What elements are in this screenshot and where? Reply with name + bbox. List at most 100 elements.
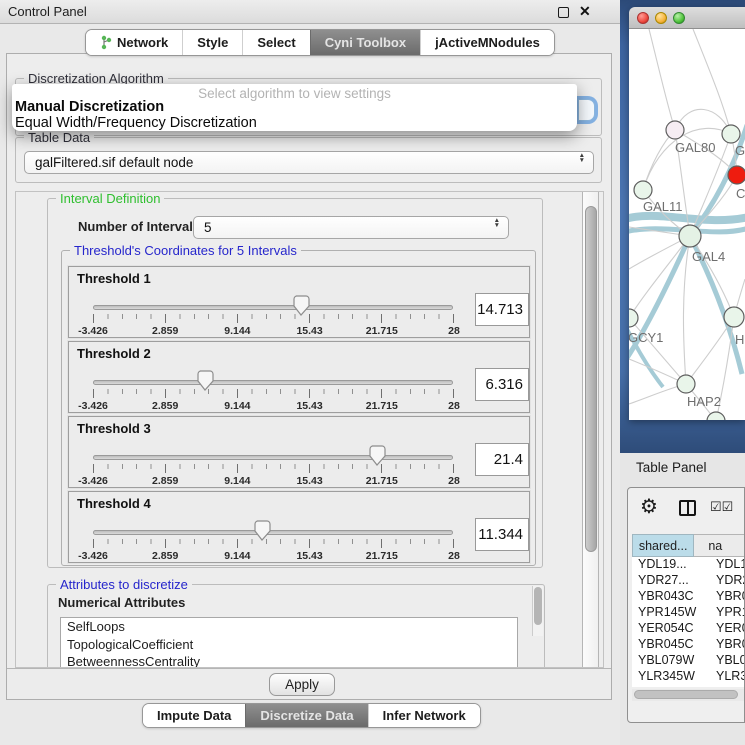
numerical-attributes-list[interactable]: SelfLoopsTopologicalCoefficientBetweenne… bbox=[60, 617, 518, 668]
cell-shared-name[interactable]: YDL19... bbox=[632, 557, 708, 573]
slider-thumb[interactable] bbox=[368, 445, 386, 467]
tab-discretize-data[interactable]: Discretize Data bbox=[245, 704, 367, 727]
settings-vertical-scrollbar[interactable] bbox=[582, 192, 599, 668]
tab-network[interactable]: Network bbox=[86, 30, 182, 55]
threshold-value-field[interactable]: 6.316 bbox=[475, 368, 529, 401]
cell-shared-name[interactable]: YIL052C bbox=[632, 685, 708, 687]
apply-button[interactable]: Apply bbox=[269, 673, 335, 696]
slider-thumb[interactable] bbox=[292, 295, 310, 317]
network-edge[interactable] bbox=[649, 29, 675, 130]
network-node[interactable] bbox=[634, 181, 652, 199]
tab-cyni-toolbox[interactable]: Cyni Toolbox bbox=[310, 30, 420, 55]
apply-bar: Apply bbox=[7, 668, 611, 699]
attribute-list-item[interactable]: TopologicalCoefficient bbox=[61, 636, 517, 654]
table-row[interactable]: YBR045CYBR0 bbox=[632, 637, 745, 653]
cell-shared-name[interactable]: YLR345W bbox=[632, 669, 708, 685]
number-of-intervals-spinner[interactable]: 5 ▲▼ bbox=[193, 216, 509, 239]
cell-name[interactable]: YDR2 bbox=[708, 573, 745, 589]
slider-tick-labels: -3.4262.8599.14415.4321.71528 bbox=[93, 400, 454, 412]
cell-name[interactable]: YIL0 bbox=[708, 685, 745, 687]
slider-thumb[interactable] bbox=[253, 520, 271, 542]
network-node[interactable] bbox=[724, 307, 744, 327]
attributes-list-scrollbar[interactable] bbox=[532, 586, 543, 636]
table-header-row: shared... na bbox=[632, 534, 745, 557]
table-row[interactable]: YLR345WYLR3 bbox=[632, 669, 745, 685]
close-traffic-light-icon[interactable] bbox=[637, 12, 649, 24]
table-row[interactable]: YBR043CYBR0 bbox=[632, 589, 745, 605]
cell-name[interactable]: YBR0 bbox=[708, 637, 745, 653]
table-horizontal-scrollbar[interactable] bbox=[632, 689, 744, 701]
slider-thumb[interactable] bbox=[196, 370, 214, 392]
cell-name[interactable]: YBL0 bbox=[708, 653, 745, 669]
table-row[interactable]: YER054CYER0 bbox=[632, 621, 745, 637]
minimize-traffic-light-icon[interactable] bbox=[655, 12, 667, 24]
table-row[interactable]: YDR27...YDR2 bbox=[632, 573, 745, 589]
table-row[interactable]: YDL19...YDL1 bbox=[632, 557, 745, 573]
column-header-shared[interactable]: shared... bbox=[632, 534, 694, 557]
threshold-slider[interactable]: -3.4262.8599.14415.4321.71528 bbox=[93, 520, 453, 562]
threshold-coordinates-group: Threshold's Coordinates for 5 Intervals … bbox=[61, 250, 536, 566]
network-edge[interactable] bbox=[693, 29, 731, 134]
dropdown-option-equal-width-frequency[interactable]: Equal Width/Frequency Discretization bbox=[15, 115, 257, 131]
threshold-slider[interactable]: -3.4262.8599.14415.4321.71528 bbox=[93, 295, 453, 337]
cell-shared-name[interactable]: YBL079W bbox=[632, 653, 708, 669]
cell-shared-name[interactable]: YPR145W bbox=[632, 605, 708, 621]
table-row[interactable]: YPR145WYPR1 bbox=[632, 605, 745, 621]
columns-icon[interactable] bbox=[679, 500, 696, 516]
scrollbar-thumb[interactable] bbox=[534, 587, 542, 625]
tick-label: 2.859 bbox=[152, 400, 178, 412]
attribute-list-item[interactable]: BetweennessCentrality bbox=[61, 653, 517, 668]
slider-track[interactable] bbox=[93, 305, 453, 310]
network-node[interactable] bbox=[679, 225, 701, 247]
tab-infer-network[interactable]: Infer Network bbox=[368, 704, 480, 727]
threshold-value-field[interactable]: 21.4 bbox=[475, 443, 529, 476]
network-node[interactable] bbox=[728, 166, 745, 184]
network-canvas[interactable]: GAL80GACGAL11GAL4GCY1HHAP2 bbox=[629, 29, 745, 420]
cell-name[interactable]: YLR3 bbox=[708, 669, 745, 685]
tab-jactivemnodules[interactable]: jActiveMNodules bbox=[420, 30, 554, 55]
threshold-value-field[interactable]: 11.344 bbox=[475, 518, 529, 551]
dropdown-option-manual-discretization[interactable]: Manual Discretization bbox=[15, 99, 164, 115]
threshold-value-field[interactable]: 14.713 bbox=[475, 293, 529, 326]
network-window-titlebar[interactable] bbox=[629, 7, 745, 29]
tab-select[interactable]: Select bbox=[242, 30, 309, 55]
close-icon[interactable]: ✕ bbox=[579, 3, 591, 20]
scrollbar-thumb[interactable] bbox=[634, 690, 738, 699]
table-row[interactable]: YBL079WYBL0 bbox=[632, 653, 745, 669]
cell-name[interactable]: YBR0 bbox=[708, 589, 745, 605]
cell-shared-name[interactable]: YDR27... bbox=[632, 573, 708, 589]
cell-shared-name[interactable]: YER054C bbox=[632, 621, 708, 637]
network-node[interactable] bbox=[666, 121, 684, 139]
cell-shared-name[interactable]: YBR045C bbox=[632, 637, 708, 653]
network-node[interactable] bbox=[629, 309, 638, 327]
cell-name[interactable]: YDL1 bbox=[708, 557, 745, 573]
float-window-icon[interactable] bbox=[558, 7, 569, 18]
network-edge[interactable] bbox=[683, 236, 690, 384]
tick-label: 28 bbox=[448, 400, 460, 412]
algorithm-combobox[interactable] bbox=[578, 99, 595, 121]
tab-impute-data[interactable]: Impute Data bbox=[143, 704, 245, 727]
cell-shared-name[interactable]: YBR043C bbox=[632, 589, 708, 605]
cell-name[interactable]: YPR1 bbox=[708, 605, 745, 621]
bottom-tab-strip: Impute Data Discretize Data Infer Networ… bbox=[142, 703, 481, 728]
cell-name[interactable]: YER0 bbox=[708, 621, 745, 637]
scrollbar-thumb[interactable] bbox=[585, 206, 597, 552]
column-header-name[interactable]: na bbox=[694, 534, 745, 557]
slider-track[interactable] bbox=[93, 530, 453, 535]
network-node-label: GA bbox=[735, 143, 745, 158]
network-node[interactable] bbox=[722, 125, 740, 143]
checkbox-icons[interactable]: ☑☑ bbox=[710, 499, 733, 515]
zoom-traffic-light-icon[interactable] bbox=[673, 12, 685, 24]
gear-icon[interactable]: ⚙ bbox=[640, 494, 658, 519]
network-edge[interactable] bbox=[643, 130, 675, 190]
tab-style[interactable]: Style bbox=[182, 30, 242, 55]
slider-track[interactable] bbox=[93, 455, 453, 460]
threshold-slider[interactable]: -3.4262.8599.14415.4321.71528 bbox=[93, 370, 453, 412]
network-node[interactable] bbox=[677, 375, 695, 393]
slider-track[interactable] bbox=[93, 380, 453, 385]
network-edge[interactable] bbox=[629, 236, 690, 318]
table-data-combobox[interactable]: galFiltered.sif default node ▲▼ bbox=[24, 151, 594, 174]
threshold-slider[interactable]: -3.4262.8599.14415.4321.71528 bbox=[93, 445, 453, 487]
table-row[interactable]: YIL052CYIL0 bbox=[632, 685, 745, 687]
attribute-list-item[interactable]: SelfLoops bbox=[61, 618, 517, 636]
